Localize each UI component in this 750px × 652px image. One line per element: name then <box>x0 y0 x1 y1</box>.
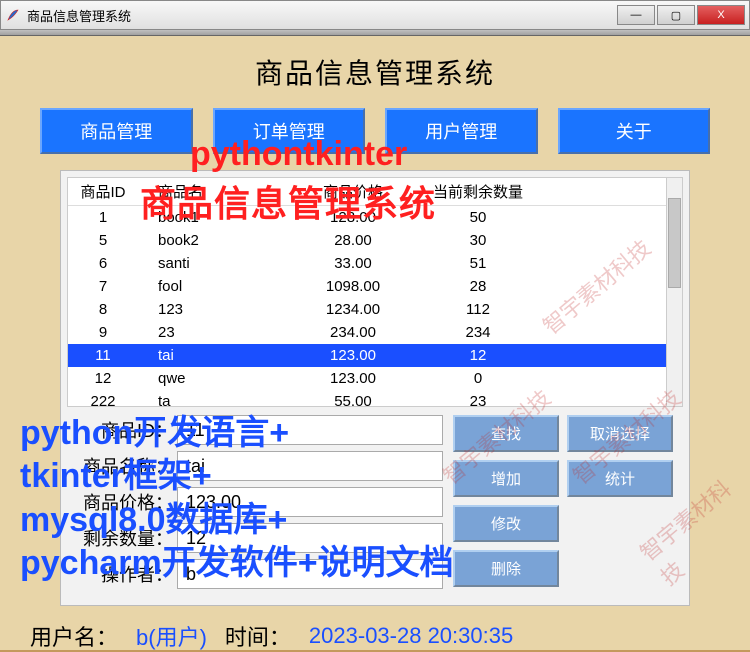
window-buttons: — ▢ X <box>617 5 745 25</box>
table-cell: 6 <box>68 252 138 275</box>
label-operator: 操作者： <box>67 561 177 587</box>
main-panel: 商品ID 商品名 商品价格 当前剩余数量 1book1128.00505book… <box>60 170 690 606</box>
table-cell: qwe <box>138 367 288 390</box>
app-frame: 商品信息管理系统 商品管理 订单管理 用户管理 关于 商品ID 商品名 商品价格… <box>0 36 750 650</box>
table-cell: 28 <box>418 275 538 298</box>
add-button[interactable]: 增加 <box>453 460 559 497</box>
table-row[interactable]: 6santi33.0051 <box>68 252 682 275</box>
form-area: 商品ID： 11 商品名称： tai 商品价格： 123.00 剩余数量： 12… <box>67 415 683 595</box>
close-button[interactable]: X <box>697 5 745 25</box>
page-title: 商品信息管理系统 <box>20 52 730 92</box>
table-cell: 55.00 <box>288 390 418 407</box>
window-titlebar: 商品信息管理系统 — ▢ X <box>0 0 750 30</box>
minimize-button[interactable]: — <box>617 5 655 25</box>
table-row[interactable]: 11tai123.0012 <box>68 344 682 367</box>
table-cell: 12 <box>68 367 138 390</box>
table-cell: 50 <box>418 206 538 229</box>
table-cell: 123 <box>138 298 288 321</box>
maximize-button[interactable]: ▢ <box>657 5 695 25</box>
form-fields: 商品ID： 11 商品名称： tai 商品价格： 123.00 剩余数量： 12… <box>67 415 443 595</box>
footer-user-value: b(用户) <box>136 620 207 652</box>
search-button[interactable]: 查找 <box>453 415 559 452</box>
table-cell: 112 <box>418 298 538 321</box>
stats-button[interactable]: 统计 <box>567 460 673 497</box>
table-cell: book1 <box>138 206 288 229</box>
table-cell: 30 <box>418 229 538 252</box>
footer-user-label: 用户名： <box>30 620 118 652</box>
table-cell: 5 <box>68 229 138 252</box>
table-cell: 12 <box>418 344 538 367</box>
table-cell: 1234.00 <box>288 298 418 321</box>
status-bar: 用户名： b(用户) 时间： 2023-03-28 20:30:35 <box>20 620 730 652</box>
table-header: 商品ID 商品名 商品价格 当前剩余数量 <box>68 178 682 206</box>
table-body: 1book1128.00505book228.00306santi33.0051… <box>68 206 682 407</box>
input-name[interactable]: tai <box>177 451 443 481</box>
scrollbar-thumb[interactable] <box>668 198 681 288</box>
window-title: 商品信息管理系统 <box>27 6 617 25</box>
table-cell: book2 <box>138 229 288 252</box>
input-id[interactable]: 11 <box>177 415 443 445</box>
table-cell: 8 <box>68 298 138 321</box>
table-row[interactable]: 81231234.00112 <box>68 298 682 321</box>
input-operator[interactable]: b <box>177 559 443 589</box>
edit-button[interactable]: 修改 <box>453 505 559 542</box>
table-cell: 234.00 <box>288 321 418 344</box>
table-cell: 0 <box>418 367 538 390</box>
table-row[interactable]: 923234.00234 <box>68 321 682 344</box>
label-qty: 剩余数量： <box>67 525 177 551</box>
footer-time-value: 2023-03-28 20:30:35 <box>309 623 513 649</box>
label-id: 商品ID： <box>67 417 177 443</box>
table-row[interactable]: 7fool1098.0028 <box>68 275 682 298</box>
table-cell: 123.00 <box>288 344 418 367</box>
table-row[interactable]: 222ta55.0023 <box>68 390 682 407</box>
table-row[interactable]: 1book1128.0050 <box>68 206 682 229</box>
nav-about[interactable]: 关于 <box>558 108 711 154</box>
table-cell: 33.00 <box>288 252 418 275</box>
table-cell: 222 <box>68 390 138 407</box>
table-cell: 7 <box>68 275 138 298</box>
table-cell: 23 <box>418 390 538 407</box>
footer-time-label: 时间： <box>225 620 291 652</box>
col-id[interactable]: 商品ID <box>68 178 138 205</box>
table-cell: ta <box>138 390 288 407</box>
nav-products[interactable]: 商品管理 <box>40 108 193 154</box>
table-cell: 234 <box>418 321 538 344</box>
product-table[interactable]: 商品ID 商品名 商品价格 当前剩余数量 1book1128.00505book… <box>67 177 683 407</box>
table-cell: santi <box>138 252 288 275</box>
vertical-scrollbar[interactable] <box>666 178 682 406</box>
input-price[interactable]: 123.00 <box>177 487 443 517</box>
nav-bar: 商品管理 订单管理 用户管理 关于 <box>40 108 710 154</box>
table-cell: 11 <box>68 344 138 367</box>
col-name[interactable]: 商品名 <box>138 178 288 205</box>
col-price[interactable]: 商品价格 <box>288 178 418 205</box>
delete-button[interactable]: 删除 <box>453 550 559 587</box>
table-cell: fool <box>138 275 288 298</box>
cancel-selection-button[interactable]: 取消选择 <box>567 415 673 452</box>
table-cell: 51 <box>418 252 538 275</box>
label-price: 商品价格： <box>67 489 177 515</box>
table-cell: 1098.00 <box>288 275 418 298</box>
col-qty[interactable]: 当前剩余数量 <box>418 178 538 205</box>
label-name: 商品名称： <box>67 453 177 479</box>
table-cell: tai <box>138 344 288 367</box>
nav-users[interactable]: 用户管理 <box>385 108 538 154</box>
table-cell: 1 <box>68 206 138 229</box>
table-row[interactable]: 12qwe123.000 <box>68 367 682 390</box>
action-buttons: 查找 取消选择 增加 统计 修改 删除 <box>453 415 683 595</box>
table-row[interactable]: 5book228.0030 <box>68 229 682 252</box>
tk-feather-icon <box>5 7 21 23</box>
table-cell: 23 <box>138 321 288 344</box>
table-cell: 9 <box>68 321 138 344</box>
table-cell: 128.00 <box>288 206 418 229</box>
table-cell: 123.00 <box>288 367 418 390</box>
nav-orders[interactable]: 订单管理 <box>213 108 366 154</box>
input-qty[interactable]: 12 <box>177 523 443 553</box>
table-cell: 28.00 <box>288 229 418 252</box>
